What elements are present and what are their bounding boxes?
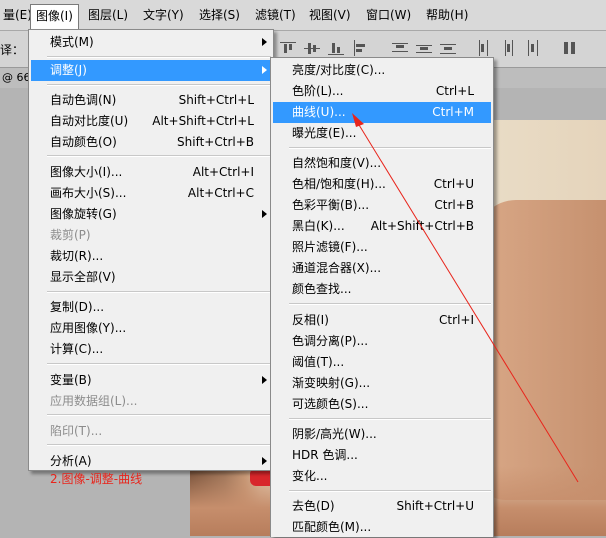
annotation-arrow bbox=[352, 113, 579, 483]
annotation-arrow-head bbox=[352, 113, 364, 127]
annotation-arrow-line bbox=[355, 119, 579, 483]
